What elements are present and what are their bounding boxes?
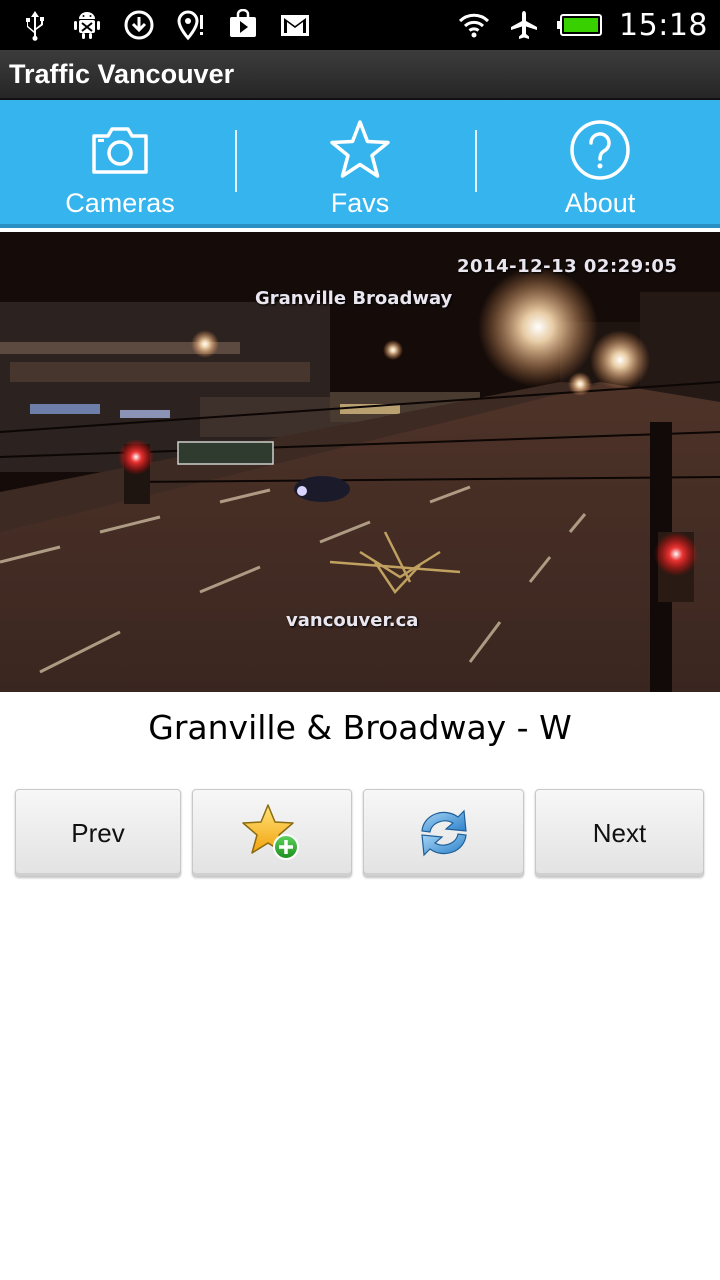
wifi-icon (457, 8, 491, 42)
android-debug-icon (70, 8, 104, 42)
next-button[interactable]: Next (535, 789, 704, 877)
tab-cameras-label: Cameras (65, 188, 175, 218)
tab-about[interactable]: About (480, 100, 720, 224)
camera-location-overlay: Granville Broadway (255, 288, 453, 309)
camera-icon (92, 127, 148, 174)
location-alert-icon (174, 8, 208, 42)
airplane-mode-icon (507, 8, 541, 42)
download-icon (122, 8, 156, 42)
tab-favs[interactable]: Favs (240, 100, 480, 224)
camera-name: Granville & Broadway - W (148, 708, 572, 747)
app-title: Traffic Vancouver (9, 59, 235, 89)
notification-icons (18, 7, 312, 43)
tab-cameras[interactable]: Cameras (0, 100, 240, 224)
refresh-button[interactable] (363, 789, 524, 877)
camera-timestamp: 2014-12-13 02:29:05 (457, 256, 678, 277)
help-icon (570, 120, 630, 180)
system-icons: 15:18 (457, 7, 708, 43)
add-favourite-icon (242, 804, 299, 860)
refresh-icon (420, 809, 467, 857)
tab-about-label: About (564, 188, 636, 218)
tab-divider (235, 130, 237, 192)
title-bar: Traffic Vancouver (0, 50, 720, 100)
usb-icon (18, 8, 52, 42)
tab-favs-label: Favs (330, 188, 390, 218)
camera-image[interactable]: 2014-12-13 02:29:05 Granville Broadway v… (0, 232, 720, 692)
prev-button[interactable]: Prev (15, 789, 181, 877)
camera-watermark: vancouver.ca (286, 610, 419, 631)
add-favourite-button[interactable] (192, 789, 352, 877)
gmail-icon (278, 8, 312, 42)
clock: 15:18 (619, 7, 708, 43)
play-store-icon (226, 8, 260, 42)
tab-bar: Cameras Favs About (0, 100, 720, 228)
battery-icon (557, 8, 603, 42)
status-bar: 15:18 (0, 0, 720, 50)
tab-divider (475, 130, 477, 192)
star-icon (330, 120, 390, 178)
